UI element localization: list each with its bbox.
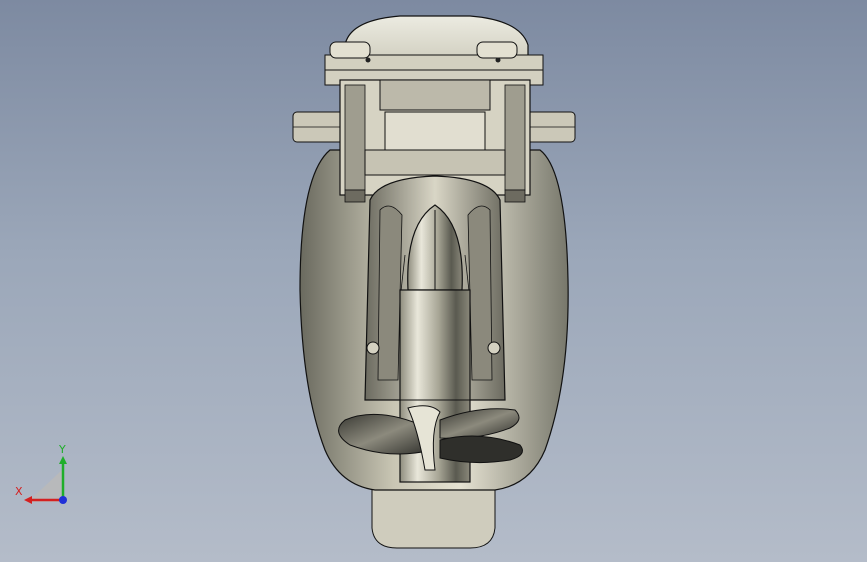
triad-plane <box>28 470 62 502</box>
triad-y-label: Y <box>58 443 66 456</box>
triad-x-label: X <box>15 485 23 498</box>
orientation-triad: X Y <box>15 443 67 504</box>
triad-z-axis <box>59 496 67 504</box>
outboard-motor-model[interactable] <box>0 0 867 562</box>
graphics-viewport[interactable]: X Y <box>0 0 867 562</box>
